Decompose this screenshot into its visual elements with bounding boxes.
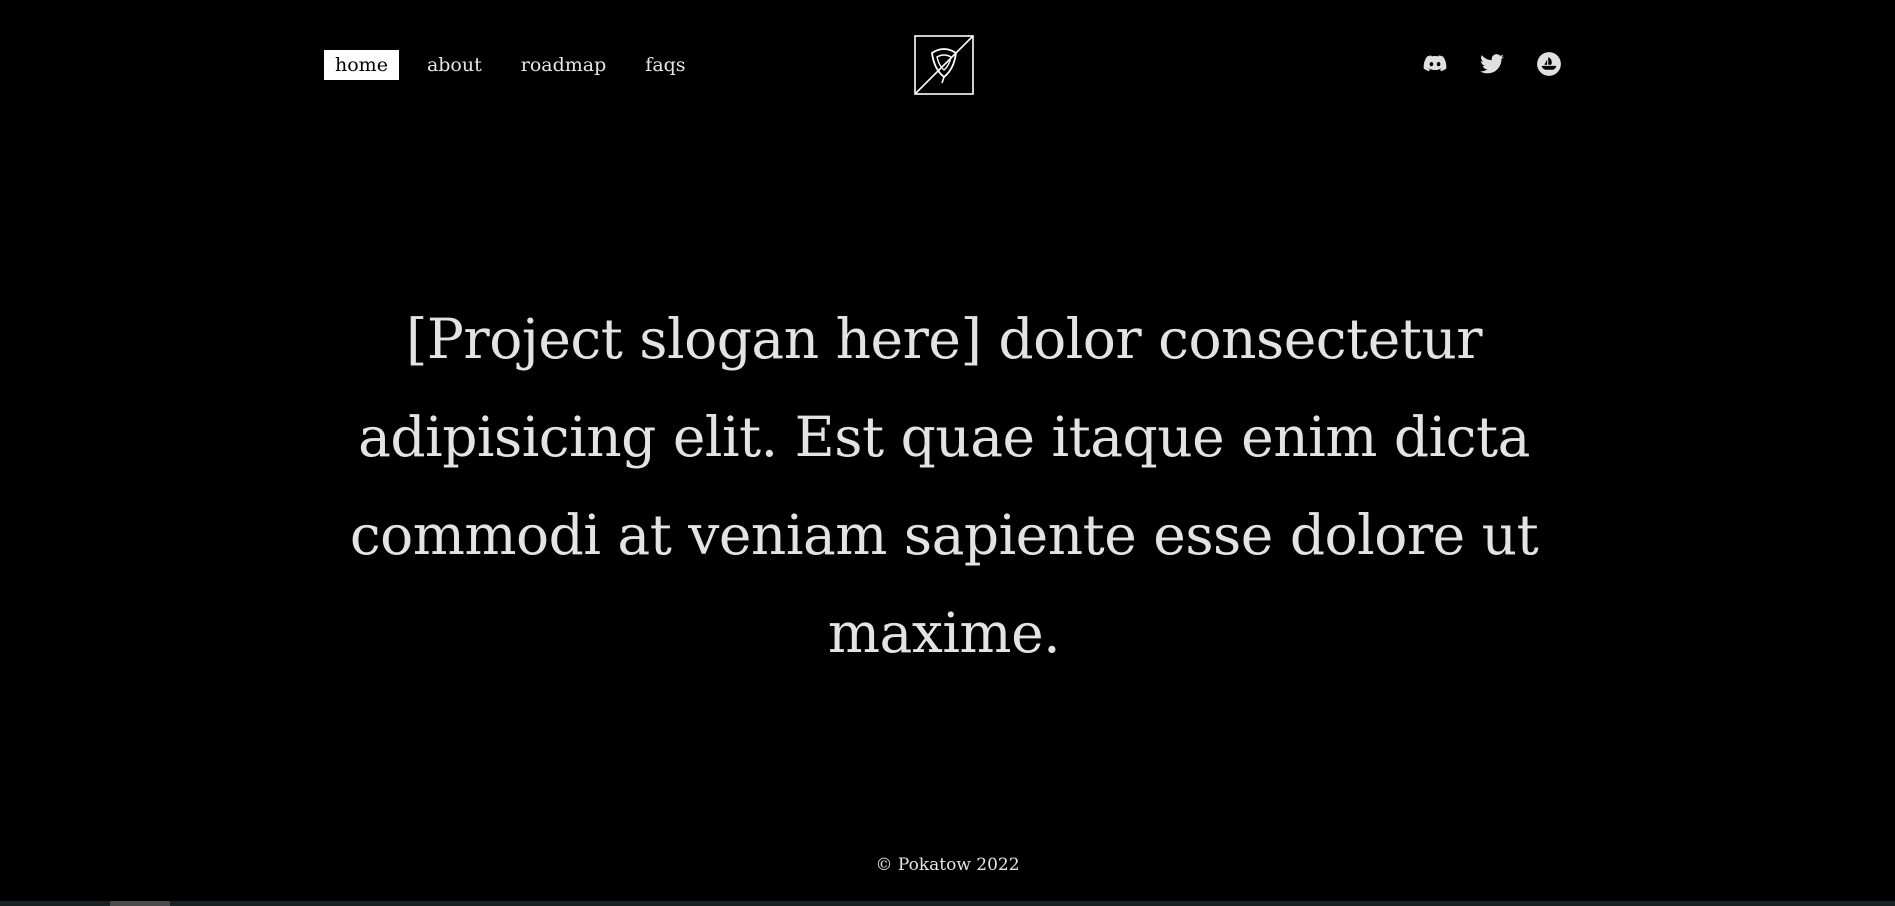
project-logo-icon[interactable] [914, 35, 974, 95]
discord-icon[interactable] [1422, 51, 1448, 77]
nav-roadmap-link[interactable]: roadmap [510, 50, 618, 80]
hero-slogan: [Project slogan here] dolor consectetur … [349, 307, 1539, 665]
social-links [1422, 51, 1562, 77]
opensea-icon[interactable] [1536, 51, 1562, 77]
nav-faqs-link[interactable]: faqs [634, 50, 696, 80]
footer-copyright: © Pokatow 2022 [875, 855, 1020, 875]
nav-home-link[interactable]: home [324, 50, 399, 80]
horizontal-scrollbar[interactable] [0, 901, 1895, 906]
scrollbar-thumb[interactable] [110, 901, 170, 906]
twitter-icon[interactable] [1479, 51, 1505, 77]
nav-about-link[interactable]: about [416, 50, 493, 80]
main-nav: home about roadmap faqs [324, 50, 714, 80]
